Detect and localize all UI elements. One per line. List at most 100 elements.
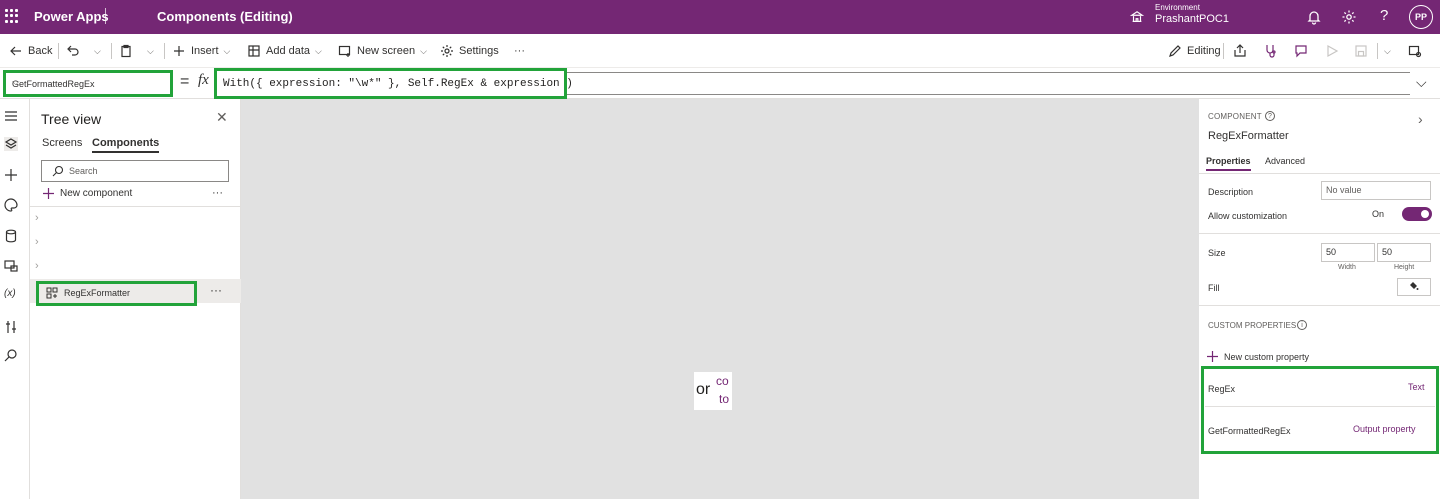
custom-property-divider — [1205, 406, 1435, 407]
fill-color-picker[interactable] — [1397, 278, 1431, 296]
save-button[interactable] — [1354, 43, 1368, 59]
toolbar-divider — [164, 43, 165, 59]
gear-icon — [441, 45, 453, 57]
new-custom-property-button[interactable]: New custom property — [1207, 351, 1309, 362]
new-component-button[interactable]: New component — [43, 188, 132, 199]
paste-button[interactable] — [119, 43, 133, 59]
help-circle-icon[interactable]: ? — [1265, 111, 1275, 121]
document-title: Components (Editing) — [157, 9, 293, 24]
tab-components[interactable]: Components — [92, 137, 160, 153]
allow-customization-toggle[interactable] — [1402, 207, 1432, 221]
description-input[interactable]: No value — [1321, 181, 1431, 200]
environment-icon[interactable] — [1130, 10, 1144, 24]
tab-advanced[interactable]: Advanced — [1265, 156, 1305, 166]
more-commands-button[interactable]: ··· — [514, 43, 525, 59]
comments-button[interactable] — [1294, 43, 1308, 59]
custom-property-name[interactable]: RegEx — [1208, 384, 1235, 394]
allow-customization-state: On — [1372, 209, 1385, 219]
expand-chevron-icon[interactable]: › — [35, 236, 39, 248]
insert-plus-icon[interactable] — [4, 168, 18, 182]
custom-property-type[interactable]: Text — [1408, 382, 1425, 392]
add-data-label: Add data — [266, 45, 311, 57]
tree-search-input[interactable]: Search — [41, 160, 229, 182]
equals-sign: = — [180, 73, 190, 90]
undo-dropdown-chevron-icon[interactable]: ⌵ — [94, 43, 101, 59]
search-icon[interactable] — [4, 348, 18, 362]
height-input[interactable]: 50 — [1377, 243, 1431, 262]
new-custom-property-label: New custom property — [1224, 351, 1310, 362]
data-cylinder-icon[interactable] — [4, 229, 18, 243]
properties-panel: COMPONENT ? › RegExFormatter Properties … — [1199, 99, 1440, 499]
app-name[interactable]: Power Apps — [34, 9, 109, 24]
comment-icon — [1295, 45, 1307, 58]
panel-divider — [1199, 233, 1440, 234]
formula-input[interactable]: With({ expression: "\w*" }, Self.RegEx &… — [214, 68, 573, 99]
formula-input-extension[interactable] — [567, 72, 1410, 95]
collapse-panel-chevron-icon[interactable]: › — [1418, 111, 1423, 127]
tab-screens[interactable]: Screens — [42, 137, 82, 149]
new-screen-label: New screen — [357, 45, 416, 57]
preview-play-button[interactable] — [1325, 43, 1339, 59]
tree-item-more-button[interactable]: ··· — [210, 283, 222, 297]
settings-gear-icon[interactable] — [1341, 9, 1357, 25]
fx-icon[interactable]: fx — [198, 72, 209, 89]
paste-dropdown-chevron-icon[interactable]: ⌵ — [147, 43, 154, 59]
toolbar-divider — [111, 43, 112, 59]
settings-label: Settings — [459, 45, 499, 57]
tree-item-regexformatter[interactable]: RegExFormatter — [36, 281, 197, 306]
fill-label: Fill — [1208, 283, 1220, 293]
width-caption: Width — [1338, 264, 1356, 271]
tree-view-layers-icon[interactable] — [4, 137, 18, 151]
hamburger-menu-icon[interactable] — [4, 109, 18, 123]
settings-button[interactable]: Settings — [440, 43, 499, 59]
insert-button[interactable]: Insert ⌵ — [172, 43, 230, 59]
expand-chevron-icon[interactable]: › — [35, 212, 39, 224]
themes-palette-icon[interactable] — [4, 198, 18, 212]
environment-label: Environment — [1155, 3, 1200, 12]
search-placeholder: Search — [69, 166, 98, 176]
custom-properties-list — [1201, 366, 1439, 454]
close-icon[interactable]: ✕ — [216, 109, 228, 126]
help-icon[interactable]: ? — [1380, 7, 1388, 24]
stethoscope-icon — [1266, 45, 1276, 58]
formula-bar: GetFormattedRegEx ⌵ = fx With({ expressi… — [0, 68, 1440, 99]
custom-property-name[interactable]: GetFormattedRegEx — [1208, 426, 1291, 436]
notifications-icon[interactable] — [1306, 9, 1322, 25]
editing-mode-button[interactable]: Editing — [1168, 43, 1221, 59]
custom-property-type[interactable]: Output property — [1353, 424, 1416, 434]
tab-properties[interactable]: Properties — [1206, 156, 1251, 171]
user-avatar[interactable]: PP — [1409, 5, 1433, 29]
app-checker-button[interactable] — [1264, 43, 1278, 59]
app-launcher-icon[interactable] — [5, 9, 19, 23]
custom-properties-label: CUSTOM PROPERTIES — [1208, 321, 1297, 330]
component-preview[interactable]: or co to — [694, 372, 732, 410]
height-caption: Height — [1394, 264, 1415, 271]
panel-divider — [1199, 173, 1440, 174]
toolbar-divider — [1223, 43, 1224, 59]
share-button[interactable] — [1233, 43, 1247, 59]
preview-text-line-2: to — [719, 392, 730, 406]
left-nav-rail: (x) — [0, 99, 30, 499]
expand-formula-chevron-icon[interactable]: ⌵ — [1416, 74, 1427, 91]
save-dropdown-chevron-icon[interactable]: ⌵ — [1384, 43, 1391, 59]
tree-more-options-button[interactable]: ··· — [212, 187, 223, 199]
component-section-label: COMPONENT — [1208, 112, 1262, 121]
new-screen-button[interactable]: New screen ⌵ — [338, 43, 427, 59]
variables-icon[interactable]: (x) — [4, 288, 18, 302]
advanced-tools-icon[interactable] — [4, 320, 18, 334]
width-input[interactable]: 50 — [1321, 243, 1375, 262]
design-canvas[interactable]: or co to — [241, 99, 1199, 499]
info-icon[interactable]: i — [1297, 320, 1307, 330]
add-data-button[interactable]: Add data ⌵ — [247, 43, 322, 59]
media-icon[interactable] — [4, 259, 18, 273]
chevron-down-icon: ⌵ — [12, 77, 20, 88]
tree-view-title: Tree view — [41, 111, 102, 127]
share-icon — [1234, 44, 1246, 57]
publish-button[interactable] — [1408, 43, 1422, 59]
property-dropdown[interactable]: GetFormattedRegEx ⌵ — [3, 70, 173, 97]
environment-name[interactable]: PrashantPOC1 — [1155, 13, 1229, 25]
undo-button[interactable] — [66, 43, 80, 59]
back-button[interactable]: Back — [9, 43, 52, 59]
expand-chevron-icon[interactable]: › — [35, 260, 39, 272]
toolbar-divider — [1377, 43, 1378, 59]
